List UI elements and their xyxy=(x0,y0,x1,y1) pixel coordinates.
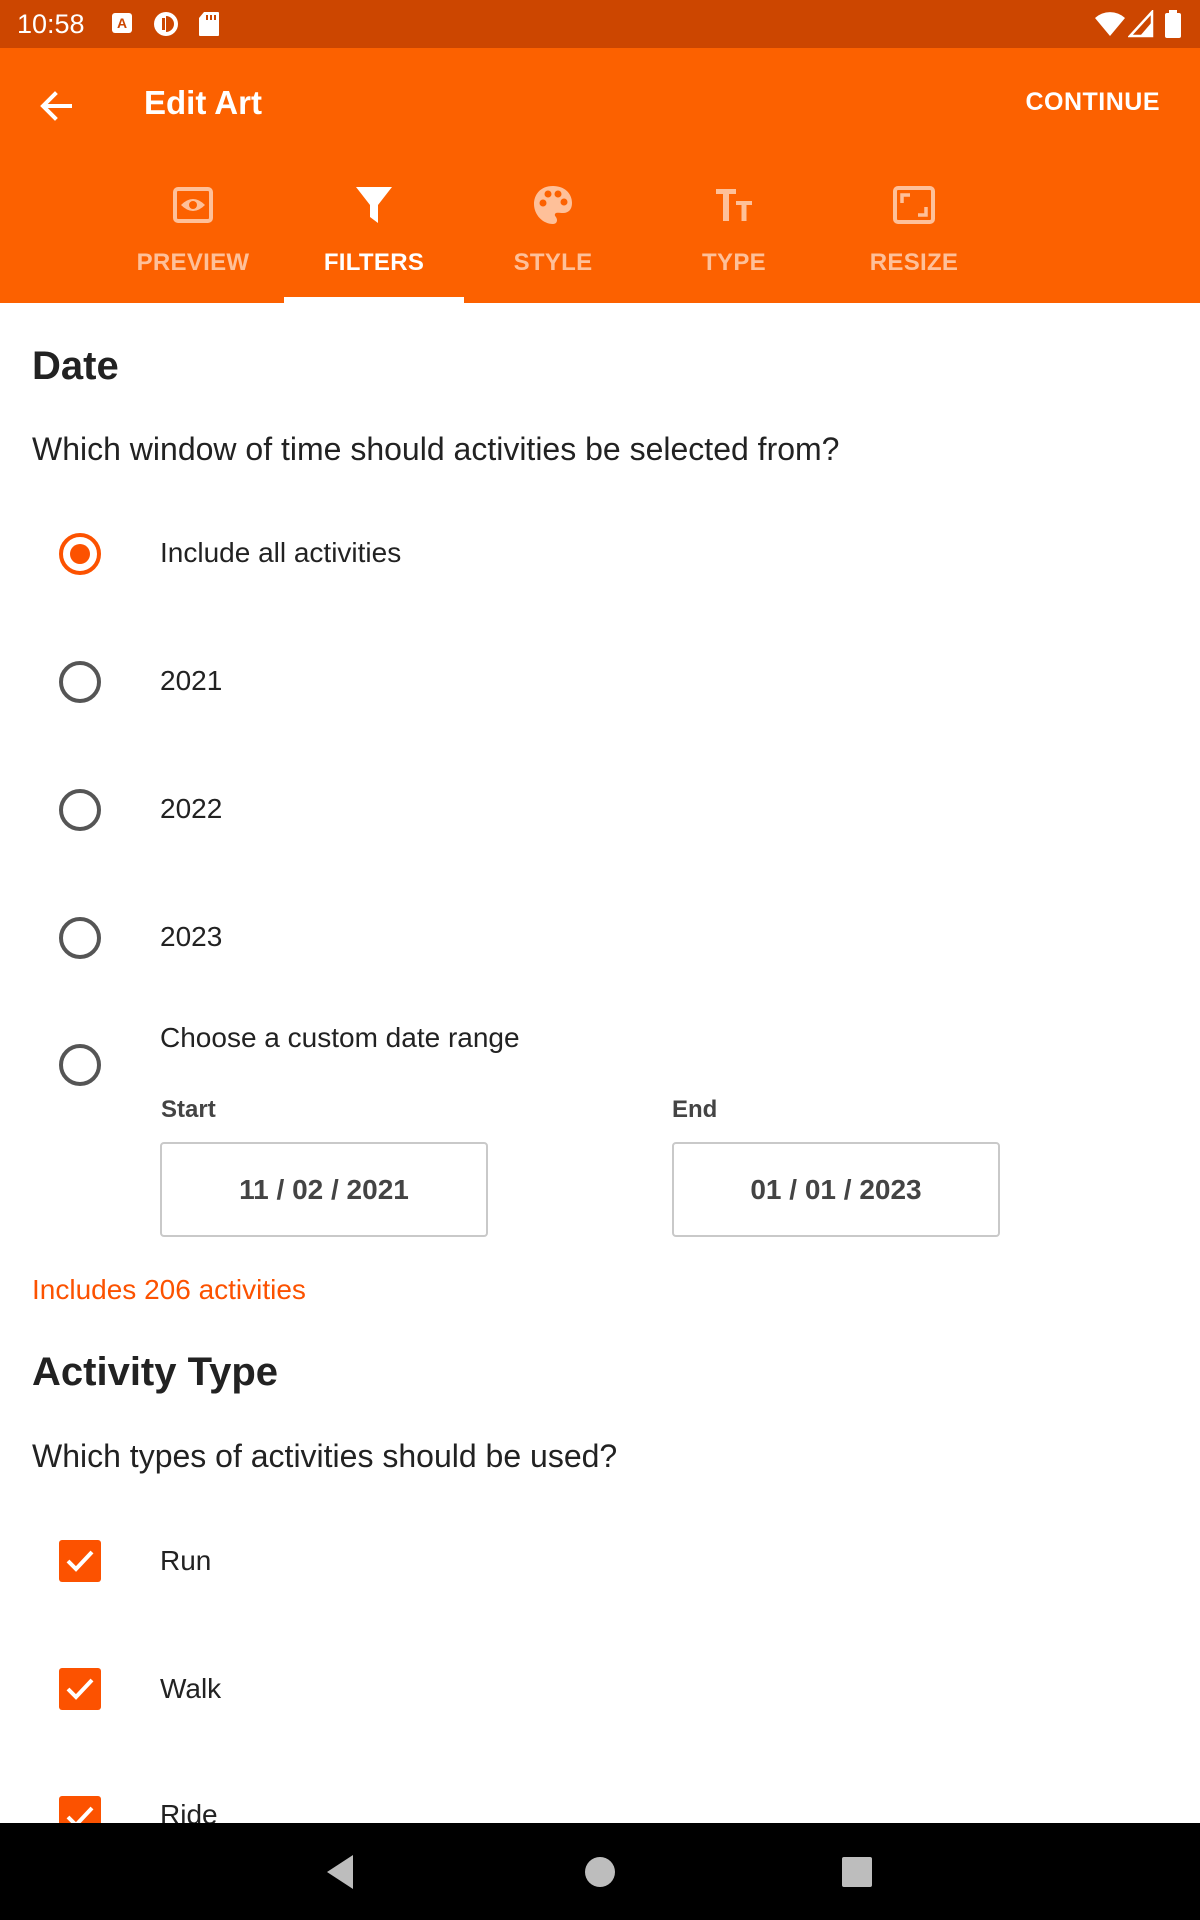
resize-icon xyxy=(892,183,936,227)
nav-back-icon[interactable] xyxy=(319,1849,365,1895)
status-time: 10:58 xyxy=(17,9,85,39)
activity-type-label[interactable]: Run xyxy=(160,1545,211,1577)
status-bar: 10:58 A xyxy=(0,0,1200,48)
option-label[interactable]: 2021 xyxy=(160,665,222,697)
nav-home-icon[interactable] xyxy=(577,1849,623,1895)
tab-label: TYPE xyxy=(702,249,766,276)
tab-filters[interactable]: FILTERS xyxy=(284,171,464,303)
checkbox-walk[interactable] xyxy=(59,1668,101,1710)
palette-icon xyxy=(531,183,575,227)
activity-count-text: Includes 206 activities xyxy=(32,1274,306,1305)
activity-type-section-title: Activity Type xyxy=(32,1350,278,1394)
arrow-left-icon xyxy=(40,91,72,121)
text-size-icon xyxy=(712,183,756,227)
activity-type-question: Which types of activities should be used… xyxy=(32,1438,618,1474)
option-label[interactable]: 2022 xyxy=(160,793,222,825)
radio-2023[interactable] xyxy=(59,917,101,959)
radio-2021[interactable] xyxy=(59,661,101,703)
date-question: Which window of time should activities b… xyxy=(32,431,840,467)
radio-include-all[interactable] xyxy=(59,533,101,575)
filter-icon xyxy=(352,183,396,227)
tab-resize[interactable]: RESIZE xyxy=(824,171,1004,303)
tab-label: PREVIEW xyxy=(136,249,250,276)
activity-type-label[interactable]: Walk xyxy=(160,1673,221,1705)
checkbox-run[interactable] xyxy=(59,1540,101,1582)
page-title: Edit Art xyxy=(144,84,262,121)
checkmark-icon xyxy=(66,1678,94,1700)
system-nav-bar xyxy=(0,1823,1200,1920)
battery-icon xyxy=(1164,10,1182,38)
tab-preview[interactable]: PREVIEW xyxy=(103,171,283,303)
checkmark-icon xyxy=(66,1550,94,1572)
tab-bar: PREVIEW FILTERS STYLE TYPE RESIZE xyxy=(0,171,1200,303)
start-date-field[interactable]: 11 / 02 / 2021 xyxy=(160,1142,488,1237)
svg-text:A: A xyxy=(117,15,127,31)
option-label[interactable]: Include all activities xyxy=(160,537,401,569)
tab-type[interactable]: TYPE xyxy=(644,171,824,303)
date-section-title: Date xyxy=(32,344,119,388)
start-date-label: Start xyxy=(161,1096,216,1123)
tab-style[interactable]: STYLE xyxy=(463,171,643,303)
app-bar: Edit Art CONTINUE PREVIEW FILTERS STYLE … xyxy=(0,48,1200,303)
end-date-field[interactable]: 01 / 01 / 2023 xyxy=(672,1142,1000,1237)
continue-button[interactable]: CONTINUE xyxy=(1025,88,1160,117)
app-notification-icon: A xyxy=(110,11,136,37)
radio-2022[interactable] xyxy=(59,789,101,831)
back-button[interactable] xyxy=(28,78,84,134)
active-tab-indicator xyxy=(284,297,464,303)
tab-label: STYLE xyxy=(513,249,593,276)
radio-custom-range[interactable] xyxy=(59,1044,101,1086)
option-label[interactable]: 2023 xyxy=(160,921,222,953)
wifi-icon xyxy=(1094,10,1126,38)
cell-signal-icon xyxy=(1127,8,1154,38)
data-saver-icon xyxy=(153,11,179,37)
tab-label: RESIZE xyxy=(869,249,959,276)
end-date-label: End xyxy=(672,1096,718,1123)
tab-label: FILTERS xyxy=(323,249,425,276)
eye-icon xyxy=(171,183,215,227)
sd-card-icon xyxy=(198,11,224,37)
option-label[interactable]: Choose a custom date range xyxy=(160,1022,520,1054)
nav-recents-icon[interactable] xyxy=(834,1849,880,1895)
